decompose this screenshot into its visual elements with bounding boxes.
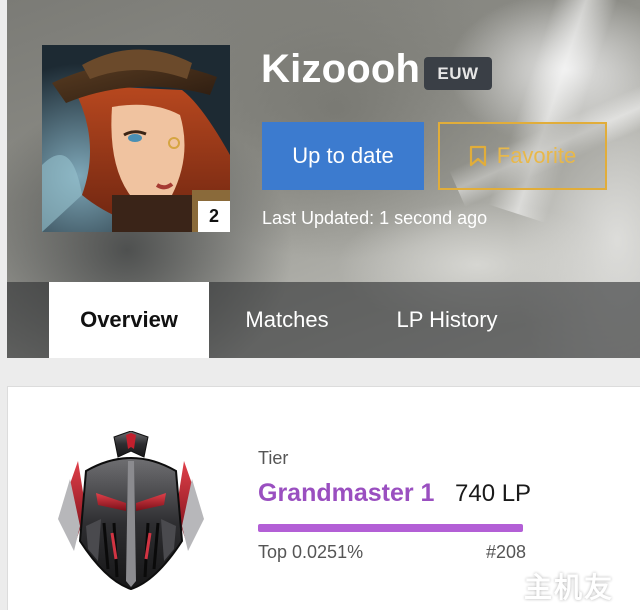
update-button[interactable]: Up to date [262,122,424,190]
tab-lp-history[interactable]: LP History [377,282,517,358]
tier-name: Grandmaster 1 [258,479,435,507]
lp-progress-bar [258,524,523,532]
tab-matches[interactable]: Matches [227,282,347,358]
favorite-label: Favorite [496,143,577,168]
favorite-button[interactable]: Favorite [438,122,607,190]
watermark-text: 主机友 [524,571,615,604]
summoner-name: Kizoooh [261,47,421,91]
last-updated-text: Last Updated: 1 second ago [262,208,488,228]
profile-avatar: 2 [42,45,230,232]
tier-label: Tier [258,448,289,468]
lp-progress-fill [258,524,523,532]
tab-overview[interactable]: Overview [49,282,209,358]
grandmaster-emblem-icon [58,431,204,591]
league-points: 740 LP [455,480,532,507]
site-watermark: 主机友 [478,566,636,606]
profile-tab-bar: Overview Matches LP History [7,282,640,358]
region-badge: EUW [424,57,492,90]
gamepad-icon [479,572,517,602]
bookmark-icon [469,145,486,167]
ladder-rank: #208 [486,542,527,562]
top-percent: Top 0.0251% [258,542,364,562]
level-badge: 2 [198,201,230,232]
